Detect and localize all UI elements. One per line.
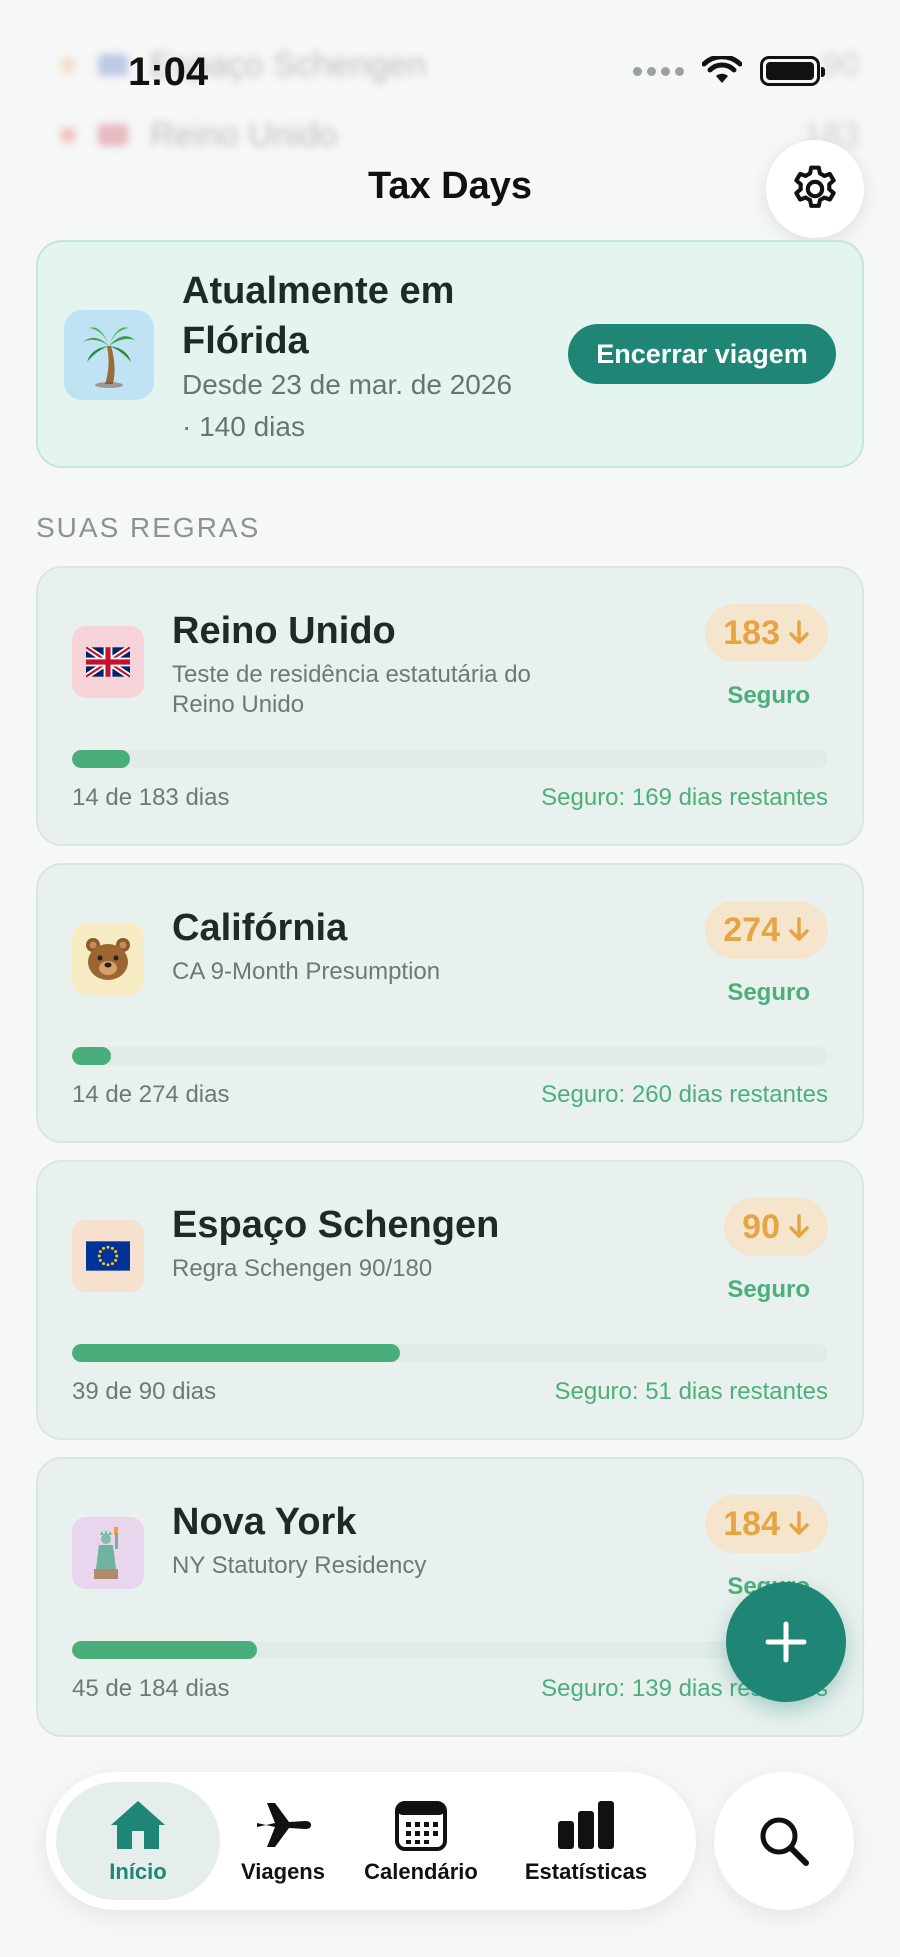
progress-fill bbox=[72, 1344, 400, 1362]
uk-flag-icon bbox=[72, 626, 144, 698]
rule-name: Califórnia bbox=[172, 907, 348, 949]
current-trip-title: Atualmente em Flórida bbox=[182, 270, 455, 362]
days-count: 14 de 274 dias bbox=[72, 1081, 230, 1108]
tab-calendar[interactable]: Calendário bbox=[346, 1782, 496, 1900]
status-bar: 1:04 bbox=[0, 0, 900, 140]
status-indicators bbox=[633, 56, 825, 86]
section-label: SUAS REGRAS bbox=[36, 512, 261, 543]
tab-label: Início bbox=[109, 1859, 167, 1884]
status-label: Seguro bbox=[727, 979, 810, 1006]
rule-name: Nova York bbox=[172, 1501, 357, 1543]
days-remaining: Seguro: 169 dias restantes bbox=[541, 784, 828, 811]
tab-bar: Início Viagens Calendário Estatísticas bbox=[46, 1772, 696, 1910]
house-icon bbox=[111, 1801, 165, 1849]
rule-description: CA 9-Month Presumption bbox=[172, 958, 441, 985]
status-label: Seguro bbox=[727, 682, 810, 709]
status-time: 1:04 bbox=[128, 50, 209, 94]
eu-flag-icon bbox=[72, 1220, 144, 1292]
wifi-icon bbox=[702, 56, 742, 83]
arrow-down-icon bbox=[789, 1214, 809, 1238]
progress-bar bbox=[72, 750, 828, 768]
tab-label: Estatísticas bbox=[524, 1859, 648, 1884]
limit-badge: 274 bbox=[705, 901, 828, 959]
status-label: Seguro bbox=[727, 1276, 810, 1303]
rule-card-california[interactable]: Califórnia CA 9-Month Presumption 274 Se… bbox=[36, 863, 864, 1143]
tab-home[interactable]: Início bbox=[56, 1782, 220, 1900]
rule-card-schengen[interactable]: Espaço Schengen Regra Schengen 90/180 90… bbox=[36, 1160, 864, 1440]
limit-badge: 183 bbox=[705, 604, 828, 662]
tab-label: Viagens bbox=[241, 1859, 325, 1884]
current-trip-subtitle: Desde 23 de mar. de 2026 · 140 dias bbox=[182, 369, 513, 442]
days-count: 45 de 184 dias bbox=[72, 1675, 230, 1702]
rule-card-new-york[interactable]: Nova York NY Statutory Residency 184 Seg… bbox=[36, 1457, 864, 1737]
progress-fill bbox=[72, 750, 130, 768]
arrow-down-icon bbox=[789, 1511, 809, 1535]
rule-description: Regra Schengen 90/180 bbox=[172, 1255, 433, 1282]
calendar-icon bbox=[395, 1801, 447, 1851]
airplane-icon bbox=[257, 1803, 311, 1847]
current-trip-card[interactable]: Atualmente em Flórida Desde 23 de mar. d… bbox=[36, 240, 864, 468]
search-button[interactable] bbox=[714, 1772, 854, 1910]
limit-value: 183 bbox=[723, 613, 780, 652]
days-remaining: Seguro: 260 dias restantes bbox=[541, 1081, 828, 1108]
days-count: 14 de 183 dias bbox=[72, 784, 230, 811]
rule-card-uk[interactable]: Reino Unido Teste de residência estatutá… bbox=[36, 566, 864, 846]
end-trip-button[interactable]: Encerrar viagem bbox=[568, 324, 836, 384]
tab-trips[interactable]: Viagens bbox=[220, 1782, 346, 1900]
arrow-down-icon bbox=[789, 620, 809, 644]
cellular-signal-icon bbox=[633, 66, 684, 76]
limit-badge: 184 bbox=[705, 1495, 828, 1553]
rule-description: NY Statutory Residency bbox=[172, 1552, 427, 1579]
statue-of-liberty-icon bbox=[72, 1517, 144, 1589]
limit-value: 90 bbox=[742, 1207, 780, 1246]
limit-value: 184 bbox=[723, 1504, 780, 1543]
progress-bar bbox=[72, 1641, 828, 1659]
plus-icon bbox=[765, 1621, 807, 1663]
bear-face-icon bbox=[72, 923, 144, 995]
rule-name: Espaço Schengen bbox=[172, 1204, 500, 1246]
days-remaining: Seguro: 51 dias restantes bbox=[554, 1378, 828, 1405]
palm-tree-icon bbox=[64, 310, 154, 400]
settings-button[interactable] bbox=[766, 140, 864, 238]
add-trip-button[interactable] bbox=[726, 1582, 846, 1702]
tab-statistics[interactable]: Estatísticas bbox=[496, 1782, 676, 1900]
tab-label: Calendário bbox=[364, 1859, 478, 1884]
battery-icon bbox=[760, 56, 825, 86]
progress-fill bbox=[72, 1047, 111, 1065]
gear-icon bbox=[794, 165, 836, 208]
arrow-down-icon bbox=[789, 917, 809, 941]
progress-bar bbox=[72, 1344, 828, 1362]
progress-fill bbox=[72, 1641, 257, 1659]
bar-chart-icon bbox=[558, 1801, 614, 1849]
page-title: Tax Days bbox=[367, 165, 533, 207]
limit-badge: 90 bbox=[724, 1198, 828, 1256]
search-icon bbox=[760, 1817, 809, 1866]
progress-bar bbox=[72, 1047, 828, 1065]
rule-name: Reino Unido bbox=[172, 610, 396, 652]
days-count: 39 de 90 dias bbox=[72, 1378, 217, 1405]
limit-value: 274 bbox=[723, 910, 780, 949]
rule-description: Teste de residência estatutária do Reino… bbox=[172, 661, 531, 718]
